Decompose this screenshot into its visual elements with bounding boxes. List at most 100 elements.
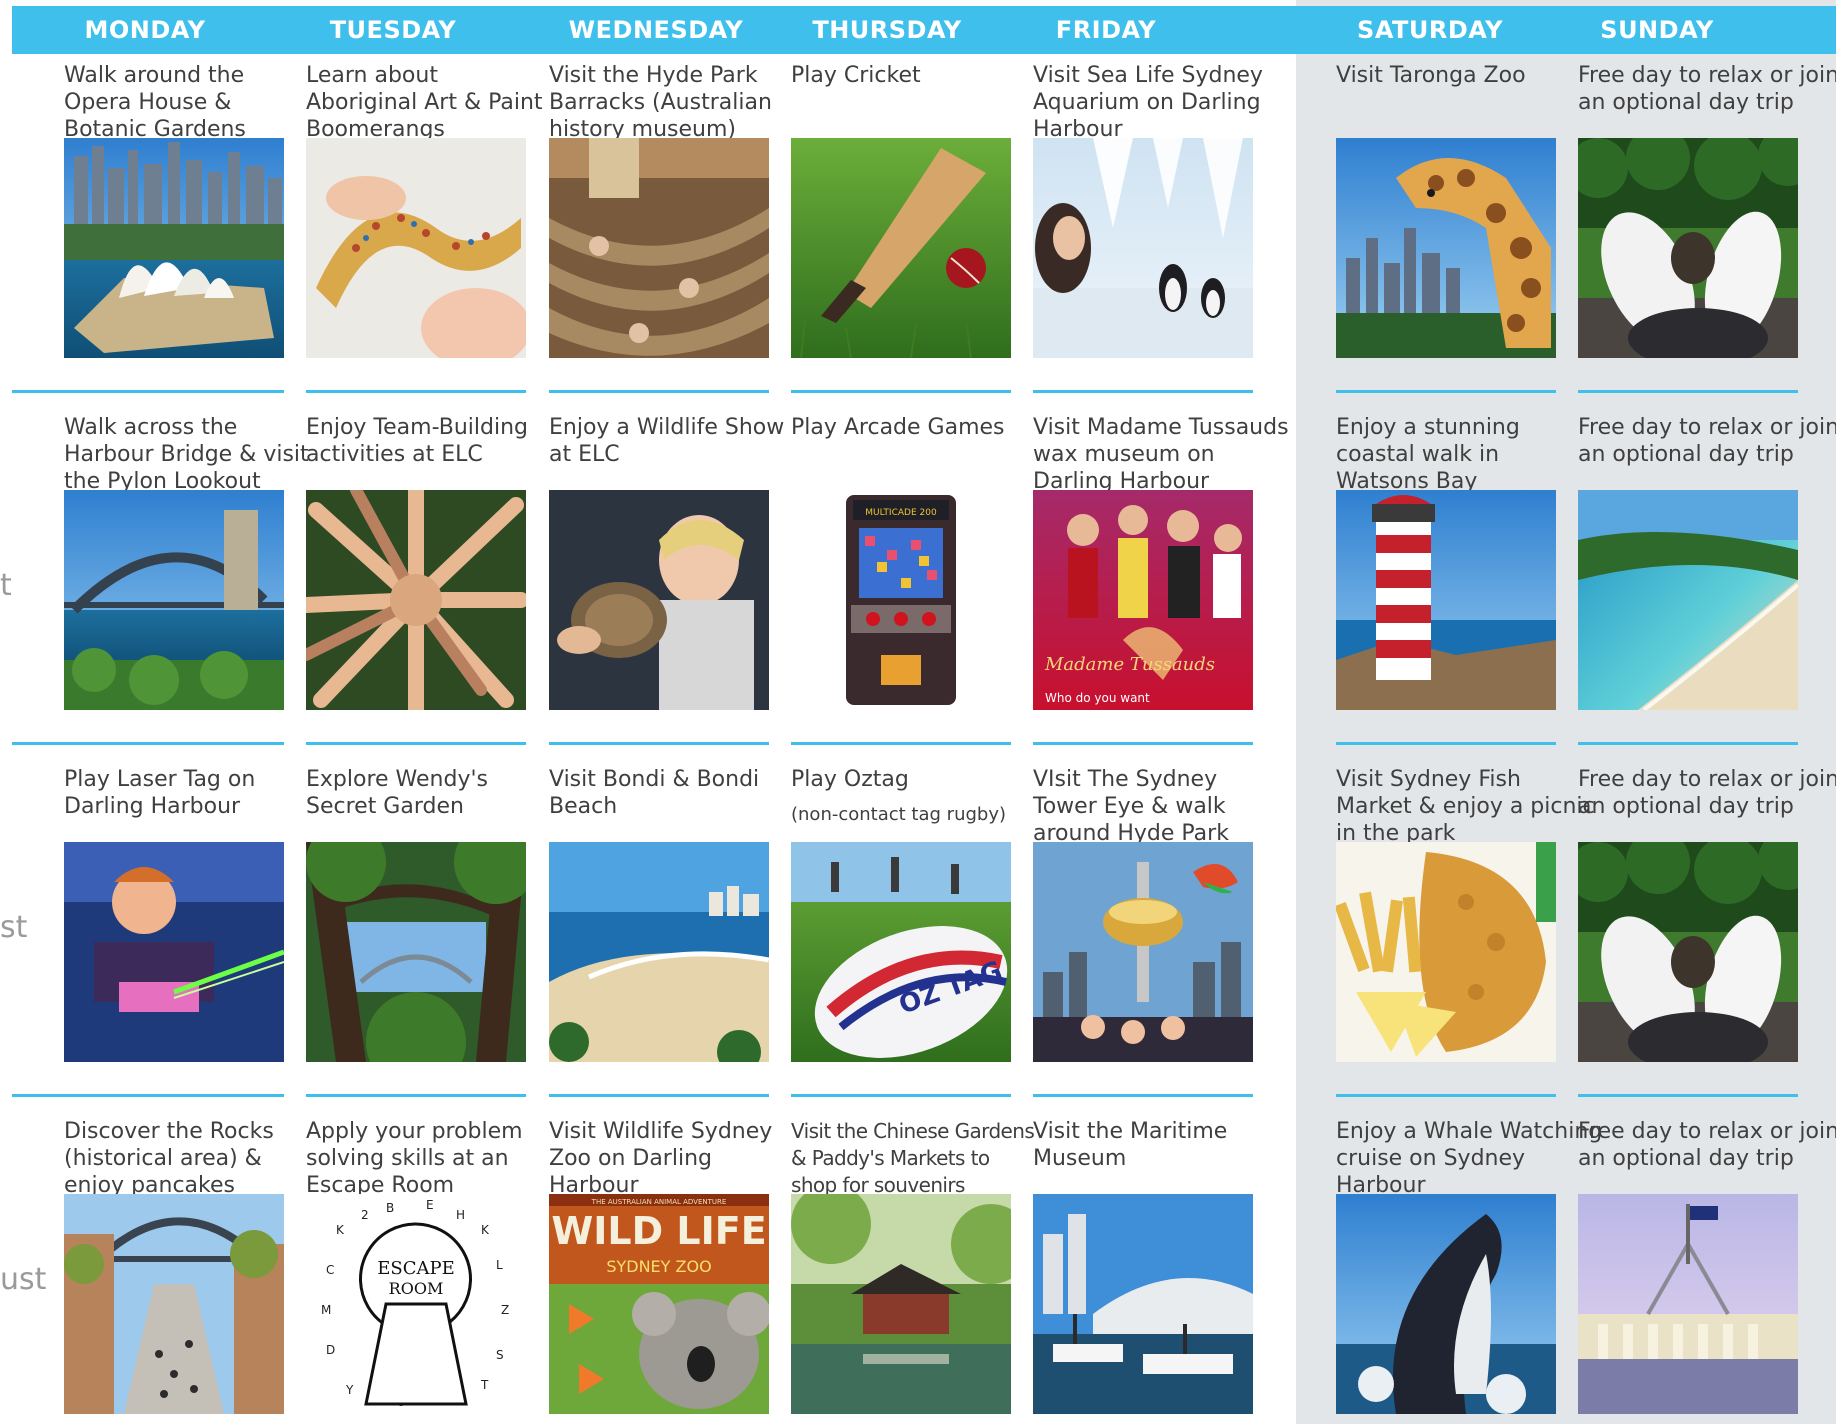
- activity-line: Play Cricket: [791, 63, 921, 88]
- activity-description: Visit the Maritime Museum: [1033, 1118, 1263, 1172]
- activity-line: Visit the Chinese Gardens: [791, 1119, 1035, 1143]
- row-divider: [1033, 1094, 1253, 1097]
- activity-line: Visit the Hyde Park: [549, 63, 758, 88]
- lighthouse-photo: [1336, 490, 1556, 710]
- activity-description: Explore Wendy's Secret Garden: [306, 766, 536, 820]
- activity-line: Apply your problem: [306, 1119, 523, 1144]
- relax-feet-dog-photo: [1578, 138, 1798, 358]
- activity-line: Barracks (Australian: [549, 90, 772, 115]
- activity-line: an optional day trip: [1578, 1146, 1794, 1171]
- cricket-bat-ball-photo: [791, 138, 1011, 358]
- giraffe-city-photo: [1336, 138, 1556, 358]
- row-divider: [791, 742, 1011, 745]
- activity-line: (historical area) &: [64, 1146, 262, 1171]
- activity-cell: Walk across the Harbour Bridge & visit the…: [64, 414, 309, 714]
- activity-line: Beach: [549, 794, 618, 819]
- activity-line: Opera House &: [64, 90, 232, 115]
- svg-text:Y: Y: [345, 1383, 354, 1397]
- row-divider: [791, 1094, 1011, 1097]
- beach-aerial-photo: [1578, 490, 1798, 710]
- activity-description: Free day to relax or join an optional day…: [1578, 414, 1836, 468]
- row-divider: [1578, 1094, 1798, 1097]
- activity-line: Walk around the: [64, 63, 245, 88]
- activity-cell: Visit the Chinese Gardens & Paddy's Marke…: [791, 1118, 1035, 1418]
- activity-line: Market & enjoy a picnic: [1336, 794, 1595, 819]
- madame-tussauds-poster: Madame Tussauds Who do you want: [1033, 490, 1253, 710]
- zoo-poster-subtitle-text: SYDNEY ZOO: [606, 1257, 711, 1276]
- row-divider: [306, 390, 526, 393]
- activity-cell: Enjoy a Wildlife Show at ELC: [549, 414, 784, 714]
- activity-line: Play Oztag: [791, 767, 909, 792]
- activity-description: Walk around the Opera House & Botanic Gard…: [64, 62, 294, 143]
- wildlife-show-photo: [549, 490, 769, 710]
- row-divider: [1578, 742, 1798, 745]
- activity-line: solving skills at an: [306, 1146, 509, 1171]
- svg-text:T: T: [480, 1378, 489, 1392]
- activity-description: Play Arcade Games: [791, 414, 1021, 441]
- activity-cell: Walk around the Opera House & Botanic Gard…: [64, 62, 284, 362]
- penguins-aquarium-photo: [1033, 138, 1253, 358]
- activity-line: wax museum on: [1033, 442, 1215, 467]
- activity-cell: Visit Wildlife Sydney Zoo on Darling Harbo…: [549, 1118, 772, 1418]
- activity-description: Visit Bondi & Bondi Beach: [549, 766, 779, 820]
- activity-description: Enjoy a Whale Watching cruise on Sydney Ha…: [1336, 1118, 1603, 1199]
- svg-text:M: M: [321, 1303, 331, 1317]
- activity-line: Aboriginal Art & Paint: [306, 90, 543, 115]
- activity-line: Free day to relax or join: [1578, 63, 1836, 88]
- activity-cell: Play Laser Tag on Darling Harbour: [64, 766, 284, 1066]
- row-divider: [306, 742, 526, 745]
- row-divider: [549, 390, 769, 393]
- boomerang-painting-photo: [306, 138, 526, 358]
- activity-description: Visit the Chinese Gardens & Paddy's Marke…: [791, 1118, 1035, 1199]
- activity-line: Visit Sea Life Sydney: [1033, 63, 1263, 88]
- activity-cell: Enjoy Team-Building activities at ELC: [306, 414, 528, 714]
- day-header-friday: FRIDAY: [1055, 16, 1157, 44]
- the-rocks-photo: [64, 1194, 284, 1424]
- activity-line: an optional day trip: [1578, 90, 1794, 115]
- wildlife-zoo-poster: THE AUSTRALIAN ANIMAL ADVENTURE WILD LIF…: [549, 1194, 769, 1424]
- activity-description: Discover the Rocks (historical area) & enj…: [64, 1118, 294, 1199]
- activity-line: activities at ELC: [306, 442, 483, 467]
- whale-photo: [1336, 1194, 1556, 1424]
- activity-description: VIsit The Sydney Tower Eye & walk around H…: [1033, 766, 1263, 847]
- svg-text:B: B: [386, 1201, 394, 1215]
- activity-line: Visit Wildlife Sydney: [549, 1119, 773, 1144]
- row-divider: [1578, 390, 1798, 393]
- activity-description: Play Oztag: [791, 766, 1021, 793]
- escape-room-word-1: ESCAPE: [377, 1258, 455, 1279]
- row-divider: [306, 1094, 526, 1097]
- svg-text:K: K: [336, 1223, 345, 1237]
- svg-text:D: D: [326, 1343, 335, 1357]
- svg-text:L: L: [496, 1258, 503, 1272]
- activity-cell: VIsit The Sydney Tower Eye & walk around H…: [1033, 766, 1253, 1066]
- row-divider: [549, 742, 769, 745]
- escape-room-word-2: ROOM: [389, 1279, 444, 1298]
- zoo-poster-title-text: WILD LIFE: [551, 1209, 766, 1253]
- svg-text:Z: Z: [501, 1303, 509, 1317]
- activity-line: Learn about: [306, 63, 438, 88]
- activity-line: Enjoy a Whale Watching: [1336, 1119, 1603, 1144]
- row-divider: [549, 1094, 769, 1097]
- day-header-wednesday: WEDNESDAY: [568, 16, 744, 44]
- activity-cell: Apply your problem solving skills at an Es…: [306, 1118, 526, 1418]
- activity-cell: Visit Sydney Fish Market & enjoy a picnic…: [1336, 766, 1595, 1066]
- activity-line: Visit the Maritime: [1033, 1119, 1228, 1144]
- activity-description: Free day to relax or join an optional day…: [1578, 1118, 1836, 1172]
- activity-line: Secret Garden: [306, 794, 464, 819]
- secret-garden-photo: [306, 842, 526, 1062]
- activity-line: Visit Taronga Zoo: [1336, 63, 1526, 88]
- activity-description: Visit Madame Tussauds wax museum on Darlin…: [1033, 414, 1289, 495]
- margin-text-fragment: st: [0, 910, 28, 945]
- tussauds-tagline-text: Who do you want: [1045, 691, 1150, 705]
- svg-text:H: H: [456, 1208, 465, 1222]
- hammocks-museum-photo: [549, 138, 769, 358]
- activity-cell: Play Arcade Games MULTICADE 200: [791, 414, 1011, 714]
- svg-text:S: S: [496, 1348, 504, 1362]
- activity-line: Walk across the: [64, 415, 238, 440]
- activity-cell: Explore Wendy's Secret Garden: [306, 766, 526, 1066]
- day-header-tuesday: TUESDAY: [329, 16, 457, 44]
- activity-description: Visit Taronga Zoo: [1336, 62, 1566, 89]
- activity-description: Visit Wildlife Sydney Zoo on Darling Harbo…: [549, 1118, 779, 1199]
- activity-line: Free day to relax or join: [1578, 415, 1836, 440]
- harbour-bridge-photo: [64, 490, 284, 710]
